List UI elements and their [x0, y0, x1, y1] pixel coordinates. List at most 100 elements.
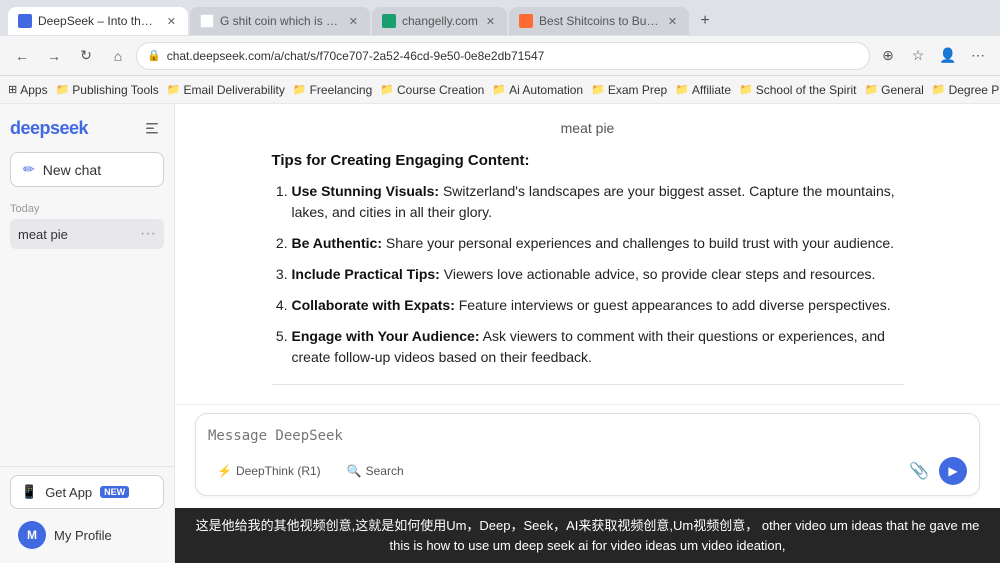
- input-box: ⚡ DeepThink (R1) 🔍 Search 📎 ▶: [195, 413, 980, 496]
- bookmark-ai[interactable]: 📁 Ai Automation: [492, 83, 583, 97]
- settings-btn[interactable]: ⋯: [964, 42, 992, 70]
- attach-button[interactable]: 📎: [905, 457, 933, 485]
- today-label: Today: [10, 203, 164, 215]
- folder-icon-exam: 📁: [591, 83, 605, 96]
- message-input[interactable]: [208, 424, 967, 452]
- folder-icon-ai: 📁: [492, 83, 506, 96]
- folder-icon-school: 📁: [739, 83, 753, 96]
- phone-icon: 📱: [21, 484, 37, 500]
- tip-5-bold: Engage with Your Audience:: [292, 328, 480, 344]
- get-app-button[interactable]: 📱 Get App NEW: [10, 475, 164, 509]
- tip-5: Engage with Your Audience: Ask viewers t…: [292, 326, 904, 368]
- my-profile-item[interactable]: M My Profile: [10, 515, 164, 555]
- logo-text: deepseek: [10, 118, 88, 138]
- browser-chrome: DeepSeek – Into the Unknown ✕ G shit coi…: [0, 0, 1000, 104]
- tip-2-bold: Be Authentic:: [292, 235, 382, 251]
- bookmark-affiliate[interactable]: 📁 Affiliate: [675, 83, 731, 97]
- send-button[interactable]: ▶: [939, 457, 967, 485]
- tip-4: Collaborate with Expats: Feature intervi…: [292, 295, 904, 316]
- deep-think-button[interactable]: ⚡ DeepThink (R1): [208, 459, 330, 483]
- tab-label-deepseek: DeepSeek – Into the Unknown: [38, 14, 159, 28]
- tab-google[interactable]: G shit coin which is best buy in... ✕: [190, 7, 370, 35]
- bookmark-publishing[interactable]: 📁 Publishing Tools: [56, 83, 159, 97]
- search-button[interactable]: 🔍 Search: [338, 459, 413, 483]
- bookmark-apps-label: Apps: [20, 83, 47, 97]
- chat-title: meat pie: [175, 120, 1000, 136]
- bookmark-degree-label: Degree Program: [949, 83, 1000, 97]
- profile-btn[interactable]: 👤: [934, 42, 962, 70]
- sidebar-item-meatpie-label: meat pie: [18, 227, 140, 242]
- tab-shitcoin[interactable]: Best Shitcoins to Buy Now in... ✕: [509, 7, 689, 35]
- bookmark-school[interactable]: 📁 School of the Spirit: [739, 83, 856, 97]
- new-chat-button[interactable]: ✏ New chat: [10, 152, 164, 187]
- tip-1-bold: Use Stunning Visuals:: [292, 183, 440, 199]
- bookmark-email[interactable]: 📁 Email Deliverability: [167, 83, 285, 97]
- tab-close-shitcoin[interactable]: ✕: [666, 15, 679, 28]
- forward-button[interactable]: →: [40, 42, 68, 70]
- new-chat-icon: ✏: [23, 161, 35, 178]
- star-btn[interactable]: ☆: [904, 42, 932, 70]
- nav-icons: ⊕ ☆ 👤 ⋯: [874, 42, 992, 70]
- tab-close-changelly[interactable]: ✕: [484, 15, 497, 28]
- tip-3-text: Viewers love actionable advice, so provi…: [444, 266, 876, 282]
- search-label: Search: [366, 464, 404, 478]
- tab-changelly[interactable]: changelly.com ✕: [372, 7, 507, 35]
- new-tab-button[interactable]: +: [691, 7, 719, 35]
- search-icon: 🔍: [347, 464, 362, 478]
- sidebar-header: deepseek: [0, 104, 174, 148]
- bookmark-general[interactable]: 📁 General: [864, 83, 923, 97]
- bookmark-publishing-label: Publishing Tools: [72, 83, 159, 97]
- bookmark-apps[interactable]: ⊞ Apps: [8, 83, 48, 97]
- tab-favicon-shitcoin: [519, 14, 533, 28]
- bookmark-affiliate-label: Affiliate: [692, 83, 731, 97]
- bookmark-degree[interactable]: 📁 Degree Program: [932, 83, 1000, 97]
- tip-3: Include Practical Tips: Viewers love act…: [292, 264, 904, 285]
- sidebar-bottom: 📱 Get App NEW M My Profile: [0, 466, 174, 563]
- tab-close-deepseek[interactable]: ✕: [165, 15, 178, 28]
- tab-label-google: G shit coin which is best buy in...: [220, 14, 341, 28]
- input-area: ⚡ DeepThink (R1) 🔍 Search 📎 ▶: [175, 404, 1000, 508]
- address-bar[interactable]: 🔒 chat.deepseek.com/a/chat/s/f70ce707-2a…: [136, 42, 870, 70]
- tab-close-google[interactable]: ✕: [347, 15, 360, 28]
- profile-label: My Profile: [54, 528, 112, 543]
- tab-label-shitcoin: Best Shitcoins to Buy Now in...: [539, 14, 660, 28]
- apps-icon: ⊞: [8, 83, 17, 96]
- divider: [272, 384, 904, 385]
- sidebar-today-section: Today meat pie ···: [0, 195, 174, 253]
- new-badge: NEW: [100, 486, 129, 498]
- home-button[interactable]: ⌂: [104, 42, 132, 70]
- collapse-sidebar-button[interactable]: [140, 116, 164, 140]
- tab-bar: DeepSeek – Into the Unknown ✕ G shit coi…: [0, 0, 1000, 36]
- lock-icon: 🔒: [147, 49, 161, 62]
- sidebar-item-more-icon[interactable]: ···: [140, 225, 156, 243]
- extension-btn[interactable]: ⊕: [874, 42, 902, 70]
- bookmark-general-label: General: [881, 83, 924, 97]
- bookmark-freelancing-label: Freelancing: [310, 83, 373, 97]
- bookmark-email-label: Email Deliverability: [184, 83, 285, 97]
- tip-list: Use Stunning Visuals: Switzerland's land…: [272, 181, 904, 368]
- bookmark-school-label: School of the Spirit: [756, 83, 857, 97]
- folder-icon-email: 📁: [167, 83, 181, 96]
- main-content: meat pie Tips for Creating Engaging Cont…: [175, 104, 1000, 563]
- folder-icon-general: 📁: [864, 83, 878, 96]
- nav-bar: ← → ↻ ⌂ 🔒 chat.deepseek.com/a/chat/s/f70…: [0, 36, 1000, 76]
- bookmark-course[interactable]: 📁 Course Creation: [380, 83, 484, 97]
- bookmark-freelancing[interactable]: 📁 Freelancing: [293, 83, 372, 97]
- bookmark-course-label: Course Creation: [397, 83, 484, 97]
- folder-icon-degree: 📁: [932, 83, 946, 96]
- avatar: M: [18, 521, 46, 549]
- input-footer: ⚡ DeepThink (R1) 🔍 Search 📎 ▶: [208, 457, 967, 485]
- tip-2-text: Share your personal experiences and chal…: [386, 235, 894, 251]
- bookmarks-bar: ⊞ Apps 📁 Publishing Tools 📁 Email Delive…: [0, 76, 1000, 104]
- new-chat-label: New chat: [43, 162, 101, 178]
- back-button[interactable]: ←: [8, 42, 36, 70]
- tip-1: Use Stunning Visuals: Switzerland's land…: [292, 181, 904, 223]
- sidebar: deepseek ✏ New chat Today meat pie ··· 📱…: [0, 104, 175, 563]
- tab-deepseek[interactable]: DeepSeek – Into the Unknown ✕: [8, 7, 188, 35]
- tip-2: Be Authentic: Share your personal experi…: [292, 233, 904, 254]
- sidebar-item-meatpie[interactable]: meat pie ···: [10, 219, 164, 249]
- reload-button[interactable]: ↻: [72, 42, 100, 70]
- bookmark-exam[interactable]: 📁 Exam Prep: [591, 83, 667, 97]
- content-heading: Tips for Creating Engaging Content:: [272, 152, 904, 169]
- bookmark-ai-label: Ai Automation: [509, 83, 583, 97]
